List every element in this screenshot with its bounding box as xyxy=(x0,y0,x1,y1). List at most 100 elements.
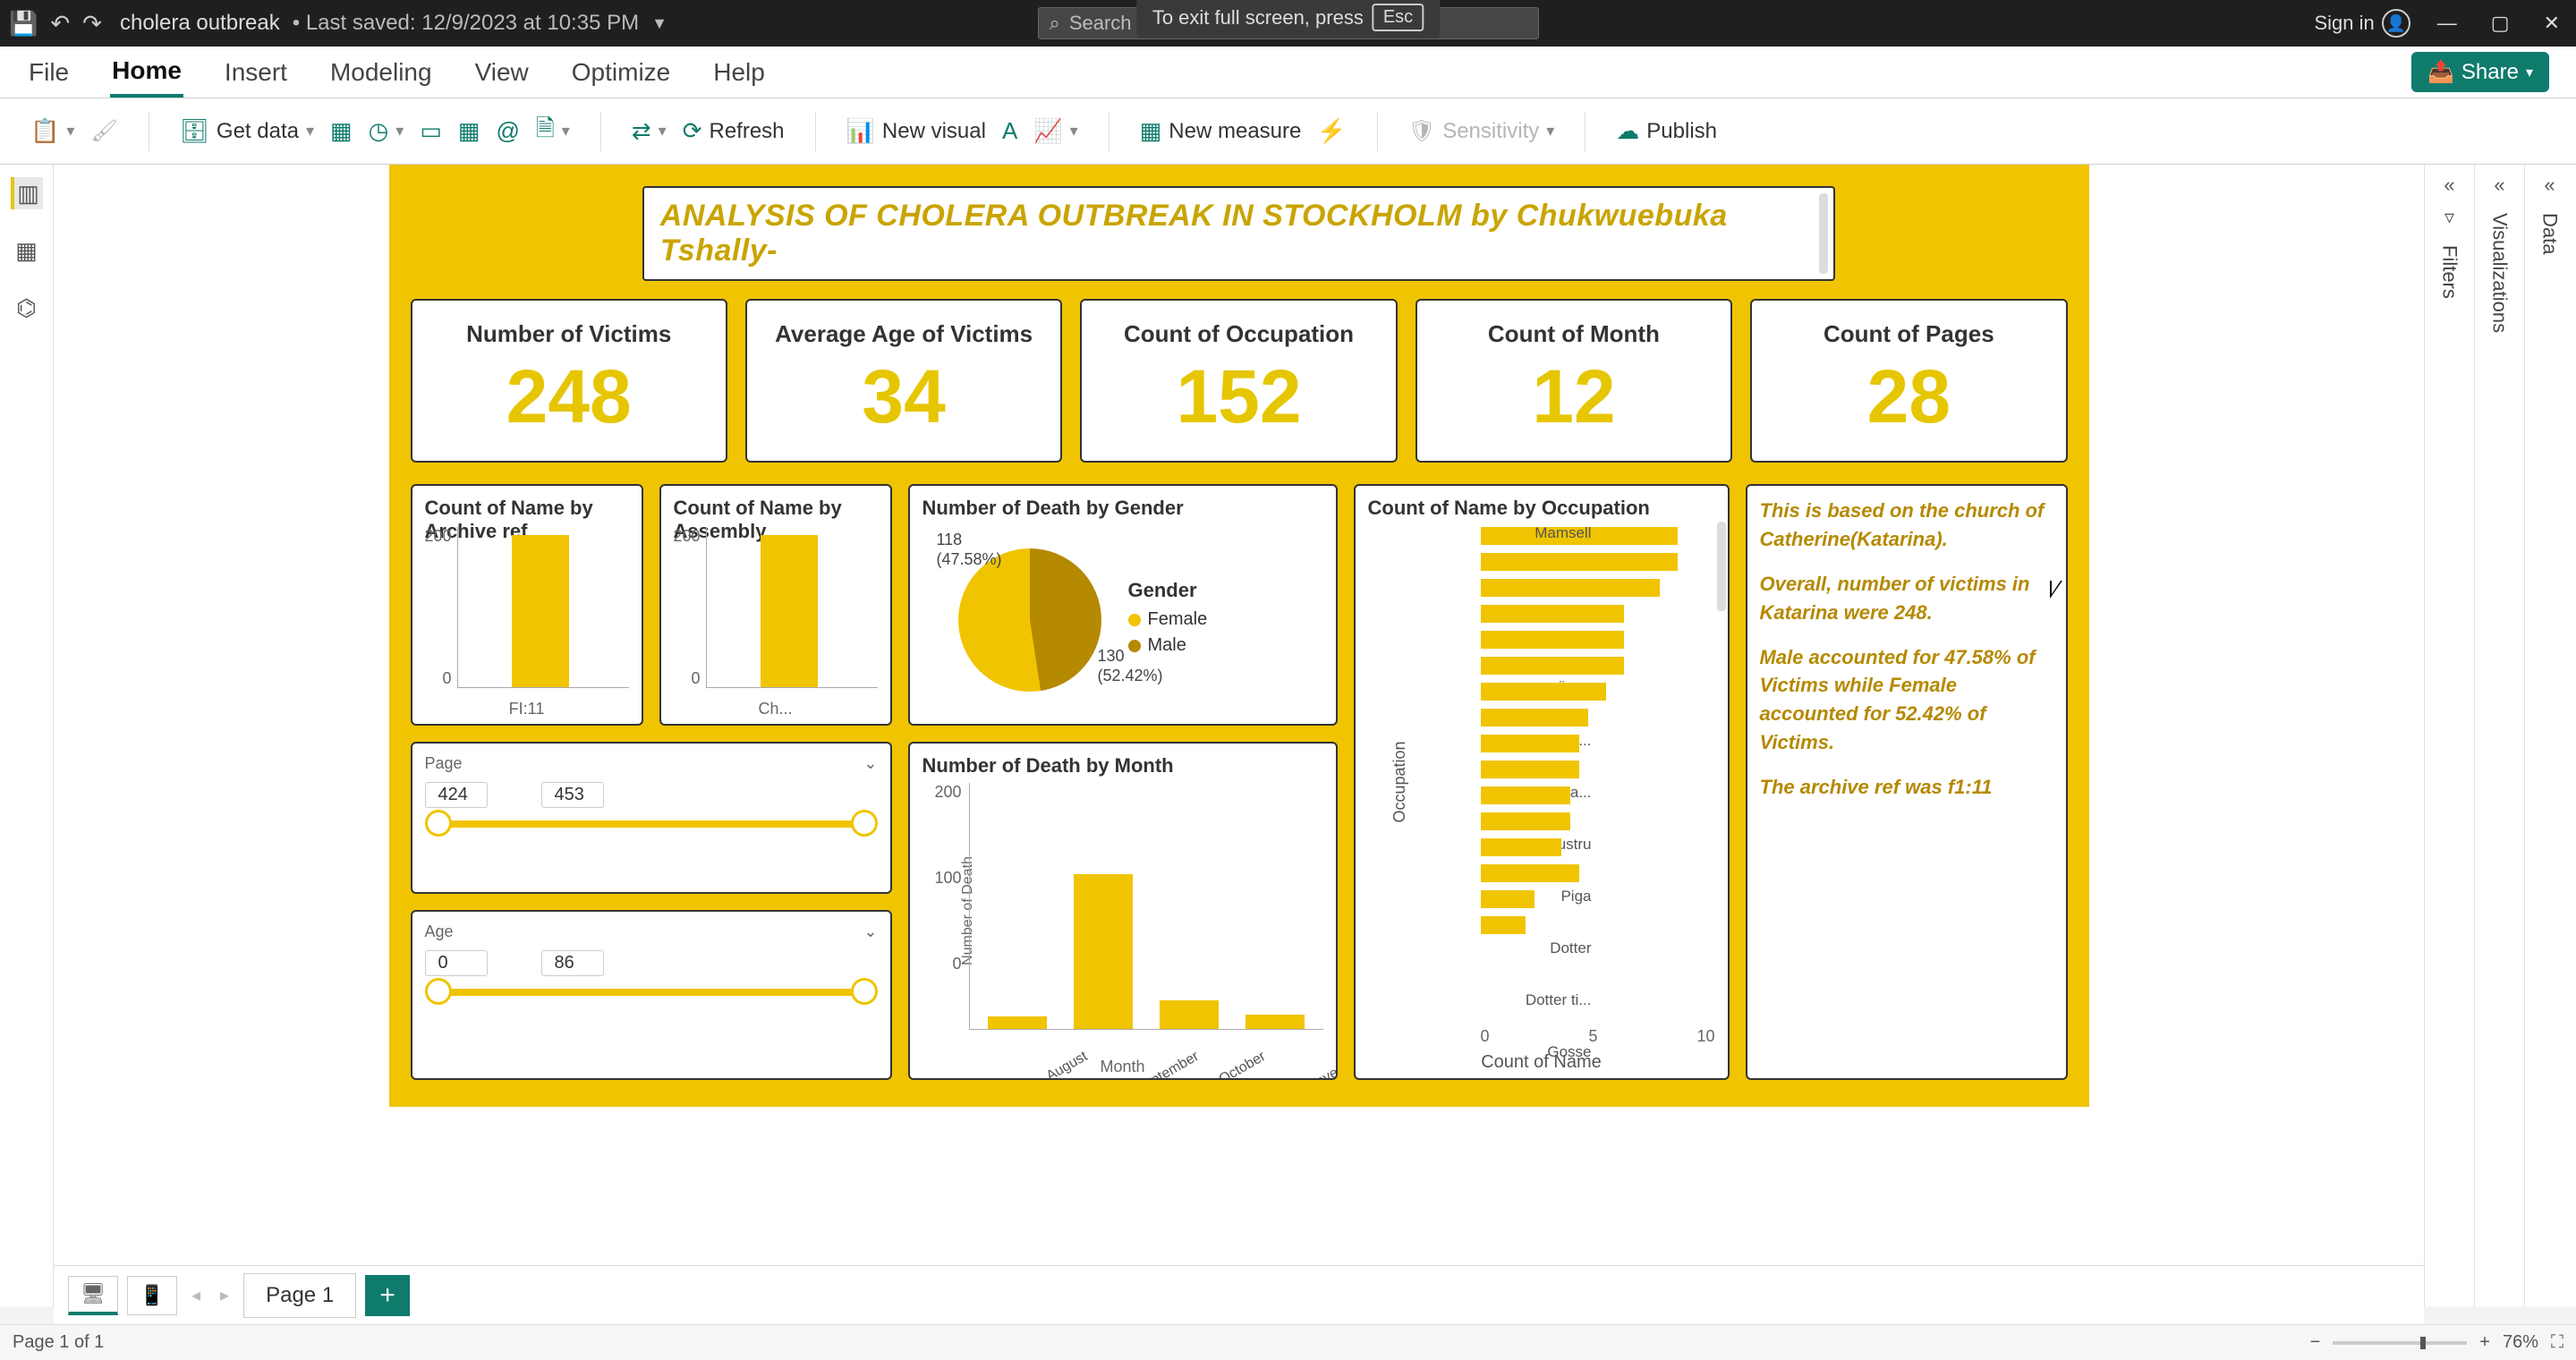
chart-gender[interactable]: Number of Death by Gender Gender Female … xyxy=(908,484,1338,726)
report-page[interactable]: ANALYSIS OF CHOLERA OUTBREAK IN STOCKHOL… xyxy=(389,165,2089,1107)
kpi-card[interactable]: Number of Victims 248 xyxy=(411,299,727,463)
page-next-icon[interactable]: ▸ xyxy=(215,1284,234,1306)
restore-button[interactable]: ▢ xyxy=(2484,8,2517,38)
slicer-page[interactable]: Page ⌄ 424 453 xyxy=(411,742,892,894)
zoom-slider[interactable] xyxy=(2333,1341,2467,1345)
chart-month[interactable]: Number of Death by Month 200 100 0 Numbe… xyxy=(908,742,1338,1080)
pie-chart xyxy=(958,548,1101,692)
filter-icon[interactable]: ▿ xyxy=(2444,206,2454,229)
dataverse-button[interactable]: @ xyxy=(496,117,519,145)
slicer-max[interactable]: 86 xyxy=(541,950,604,976)
get-data-button[interactable]: 🗄 Get data xyxy=(180,117,314,145)
visualizations-panel[interactable]: « Visualizations xyxy=(2474,165,2524,1306)
share-button[interactable]: 📤 Share ▾ xyxy=(2411,52,2549,92)
slider-thumb-max[interactable] xyxy=(851,978,878,1005)
report-view-icon[interactable]: ▥ xyxy=(11,177,43,209)
kpi-value: 152 xyxy=(1089,359,1388,434)
slicer-min[interactable]: 0 xyxy=(425,950,488,976)
narrative-card[interactable]: This is based on the church of Catherine… xyxy=(1746,484,2068,1080)
redo-icon[interactable]: ↷ xyxy=(82,10,102,38)
table-view-icon[interactable]: ▦ xyxy=(11,234,43,267)
datahub-button[interactable]: ◷ xyxy=(369,117,404,145)
zoom-level: 76% xyxy=(2503,1332,2538,1353)
mobile-layout-button[interactable]: 📱 xyxy=(127,1276,177,1315)
save-icon[interactable]: 💾 xyxy=(9,10,38,38)
new-measure-button[interactable]: ▦ New measure xyxy=(1140,117,1302,145)
menu-bar: File Home Insert Modeling View Optimize … xyxy=(0,47,2576,98)
brush-icon: 🖌 xyxy=(90,118,117,144)
minimize-button[interactable]: — xyxy=(2430,8,2464,38)
chart-assembly[interactable]: Count of Name by Assembly 200 0 Ch... xyxy=(659,484,892,726)
signin-button[interactable]: Sign in 👤 xyxy=(2314,9,2410,38)
zoom-in-button[interactable]: + xyxy=(2479,1332,2490,1353)
slicer-age[interactable]: Age⌄ 0 86 xyxy=(411,910,892,1080)
chevron-down-icon[interactable]: ⌄ xyxy=(863,754,877,773)
slicer-title: Page xyxy=(425,754,463,773)
publish-button[interactable]: ☁ Publish xyxy=(1616,117,1717,145)
kpi-label: Count of Pages xyxy=(1759,320,2058,348)
tab-insert[interactable]: Insert xyxy=(223,49,289,96)
undo-icon[interactable]: ↶ xyxy=(50,10,70,38)
enter-data-button[interactable]: ▦ xyxy=(458,117,480,145)
slider-thumb-min[interactable] xyxy=(425,978,452,1005)
scrollbar[interactable] xyxy=(1717,522,1726,611)
kpi-card[interactable]: Count of Pages 28 xyxy=(1750,299,2067,463)
file-name[interactable]: cholera outbreak xyxy=(120,11,280,36)
add-page-button[interactable]: + xyxy=(365,1275,410,1316)
chevron-down-icon[interactable]: ▼ xyxy=(651,14,667,33)
bar xyxy=(1481,709,1588,727)
slider-thumb-min[interactable] xyxy=(425,810,452,837)
bar xyxy=(1481,657,1624,675)
desktop-layout-button[interactable]: 🖥 xyxy=(68,1276,118,1315)
canvas[interactable]: ANALYSIS OF CHOLERA OUTBREAK IN STOCKHOL… xyxy=(54,165,2424,1306)
tab-modeling[interactable]: Modeling xyxy=(328,49,434,96)
zoom-thumb[interactable] xyxy=(2420,1337,2426,1349)
tab-file[interactable]: File xyxy=(27,49,71,96)
new-visual-button[interactable]: 📊 New visual xyxy=(846,117,986,145)
recent-sources-button[interactable]: 🗎 xyxy=(536,112,570,151)
kpi-card[interactable]: Average Age of Victims 34 xyxy=(745,299,1062,463)
quick-measure-button[interactable]: ⚡ xyxy=(1317,117,1346,145)
sensitivity-button[interactable]: 🛡 Sensitivity xyxy=(1408,118,1555,144)
page-tab[interactable]: Page 1 xyxy=(243,1273,356,1318)
tab-optimize[interactable]: Optimize xyxy=(570,49,672,96)
format-painter-button[interactable]: 🖌 xyxy=(90,118,117,144)
slicer-max[interactable]: 453 xyxy=(541,782,604,808)
tab-home[interactable]: Home xyxy=(110,47,183,98)
last-saved[interactable]: Last saved: 12/9/2023 at 10:35 PM xyxy=(293,11,639,36)
tab-help[interactable]: Help xyxy=(711,49,767,96)
excel-source-button[interactable]: ▦ xyxy=(330,117,353,145)
kpi-card[interactable]: Count of Occupation 152 xyxy=(1080,299,1397,463)
tab-view[interactable]: View xyxy=(473,49,531,96)
filters-panel[interactable]: « ▿ Filters xyxy=(2424,165,2474,1306)
publish-label: Publish xyxy=(1646,119,1717,144)
new-measure-label: New measure xyxy=(1169,119,1301,144)
chart-archive-ref[interactable]: Count of Name by Archive ref 200 0 FI:11 xyxy=(411,484,643,726)
zoom-out-button[interactable]: − xyxy=(2310,1332,2321,1353)
chevron-down-icon[interactable]: ⌄ xyxy=(863,922,877,941)
slider-track[interactable] xyxy=(438,820,865,828)
legend-dot xyxy=(1128,614,1141,626)
close-button[interactable]: ✕ xyxy=(2537,8,2567,38)
ytick: 0 xyxy=(921,955,962,973)
transform-data-button[interactable]: ⇄ xyxy=(632,117,667,145)
fit-page-icon[interactable]: ⛶ xyxy=(2551,1332,2563,1353)
page-prev-icon[interactable]: ◂ xyxy=(186,1284,206,1306)
slider-thumb-max[interactable] xyxy=(851,810,878,837)
kpi-card[interactable]: Count of Month 12 xyxy=(1416,299,1732,463)
slicer-min[interactable]: 424 xyxy=(425,782,488,808)
paste-button[interactable]: 📋 xyxy=(30,117,74,145)
collapse-icon[interactable]: « xyxy=(2494,174,2504,197)
slider-track[interactable] xyxy=(438,989,865,996)
scrollbar-indicator[interactable] xyxy=(1819,193,1828,274)
collapse-icon[interactable]: « xyxy=(2544,174,2555,197)
refresh-button[interactable]: ⟳ Refresh xyxy=(683,117,785,145)
chart-occupation[interactable]: Count of Name by Occupation Occupation M… xyxy=(1354,484,1730,1080)
model-view-icon[interactable]: ⌬ xyxy=(11,292,43,324)
data-panel[interactable]: « Data xyxy=(2524,165,2574,1306)
sql-button[interactable]: ▭ xyxy=(420,117,442,145)
collapse-icon[interactable]: « xyxy=(2444,174,2454,197)
report-title-card[interactable]: ANALYSIS OF CHOLERA OUTBREAK IN STOCKHOL… xyxy=(642,186,1835,281)
more-visuals-button[interactable]: 📈 xyxy=(1033,117,1077,145)
text-box-button[interactable]: A xyxy=(1002,117,1017,145)
